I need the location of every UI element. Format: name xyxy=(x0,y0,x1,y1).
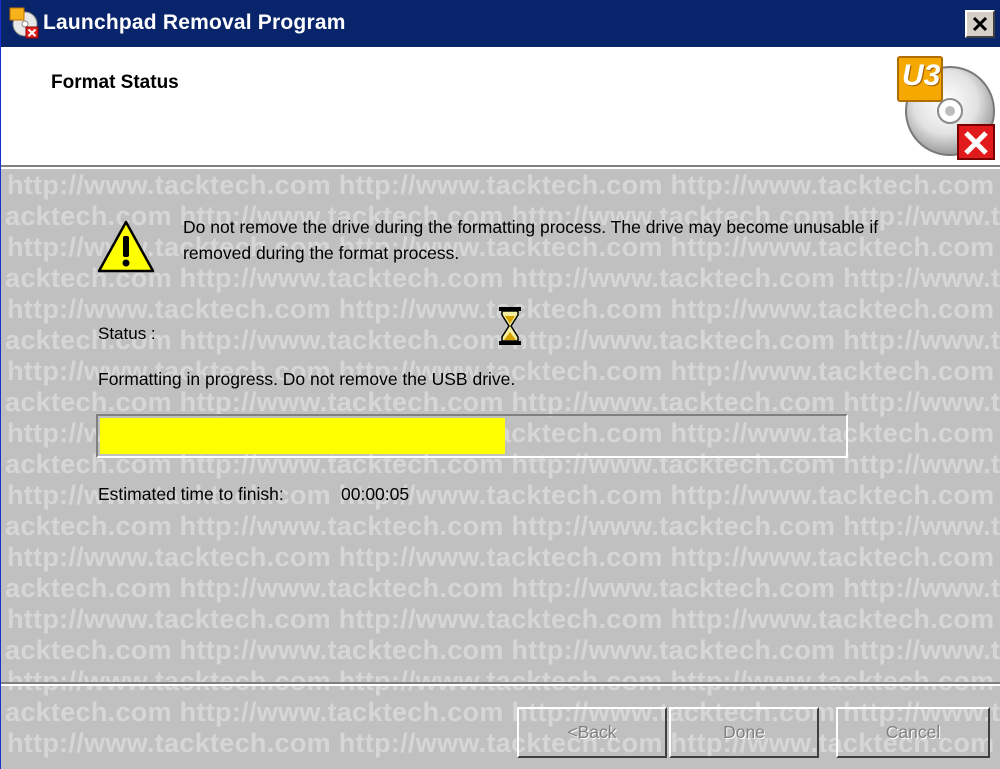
window-title: Launchpad Removal Program xyxy=(43,11,346,34)
watermark-line: acktech.com http://www.tacktech.com http… xyxy=(5,573,1000,603)
close-icon xyxy=(972,17,988,31)
app-icon xyxy=(9,7,39,39)
watermark-line: http://www.tacktech.com http://www.tackt… xyxy=(7,170,995,200)
cancel-button[interactable]: Cancel xyxy=(836,707,990,758)
dialog-body: http://www.tacktech.com http://www.tackt… xyxy=(1,169,1000,769)
back-button[interactable]: <Back xyxy=(517,707,667,758)
done-button[interactable]: Done xyxy=(669,707,819,758)
watermark-line: http://www.tacktech.com http://www.tackt… xyxy=(7,542,995,572)
eta-label: Estimated time to finish: xyxy=(98,484,284,504)
status-label: Status : xyxy=(98,324,156,343)
title-bar[interactable]: Launchpad Removal Program xyxy=(1,0,1000,47)
eta-value: 00:00:05 xyxy=(341,484,410,504)
watermark-line: acktech.com http://www.tacktech.com http… xyxy=(5,511,1000,541)
warning-icon xyxy=(97,220,155,273)
launchpad-removal-window: Launchpad Removal Program Format Status xyxy=(0,0,1000,769)
progress-fill xyxy=(100,418,505,454)
hourglass-icon xyxy=(499,307,521,345)
watermark-line: acktech.com http://www.tacktech.com http… xyxy=(5,635,1000,665)
footer-divider-highlight xyxy=(1,684,1000,686)
watermark-line: http://www.tacktech.com http://www.tackt… xyxy=(7,604,995,634)
u3-logo-text: U3 xyxy=(902,59,941,92)
page-title: Format Status xyxy=(51,72,179,93)
close-button[interactable] xyxy=(965,10,995,38)
header-panel: Format Status U3 xyxy=(1,47,1000,165)
warning-message: Do not remove the drive during the forma… xyxy=(183,217,879,263)
u3-logo: U3 xyxy=(894,53,998,161)
format-progress-bar xyxy=(96,414,848,458)
status-message: Formatting in progress. Do not remove th… xyxy=(98,369,516,389)
